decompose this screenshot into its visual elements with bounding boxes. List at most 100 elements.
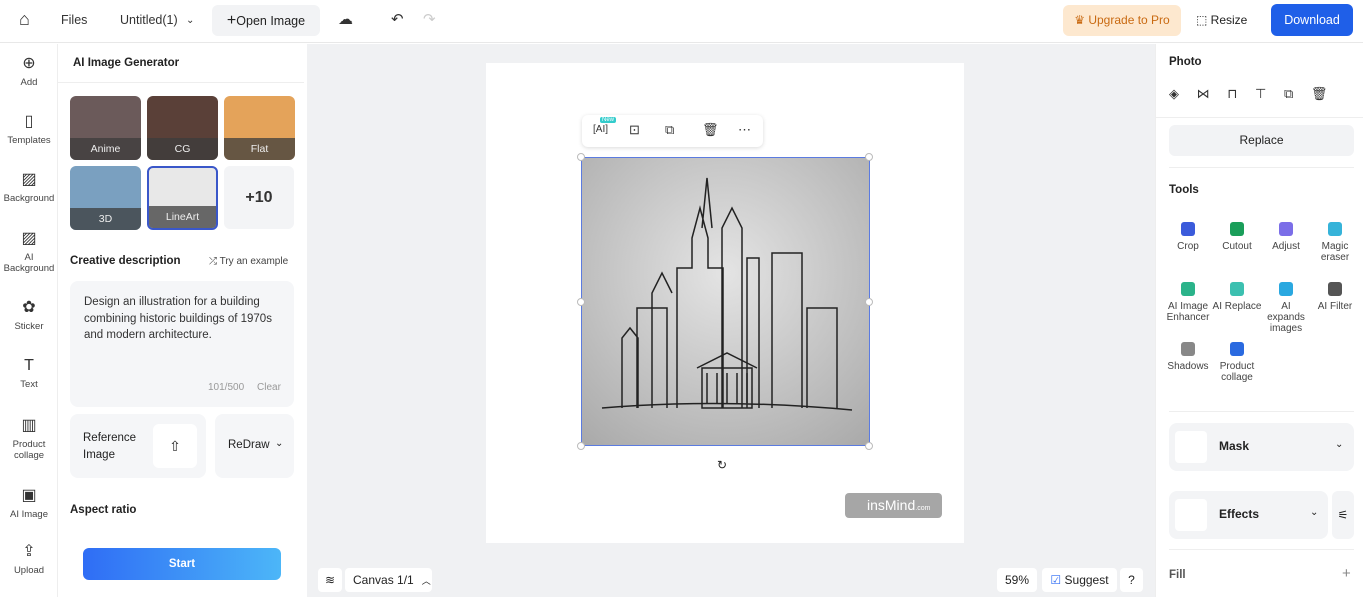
trash-icon[interactable]: 🗑	[702, 122, 719, 138]
lock-icon[interactable]: ⊓	[1227, 86, 1237, 101]
tool-ai-replace[interactable]: AI Replace	[1212, 282, 1262, 312]
photo-heading: Photo	[1169, 56, 1202, 68]
cloud-icon[interactable]: ☁	[338, 10, 353, 28]
text-icon: T	[24, 357, 34, 374]
style-lineart[interactable]: LineArt	[147, 166, 218, 230]
tool-crop[interactable]: Crop	[1163, 222, 1213, 252]
suggest-button[interactable]: ☑ Suggest	[1042, 568, 1117, 592]
paint-roller-icon[interactable]: ⊤	[1255, 86, 1266, 101]
description-input[interactable]: Design an illustration for a building co…	[70, 281, 294, 407]
upgrade-button[interactable]: ♛ Upgrade to Pro	[1063, 5, 1181, 36]
more-icon[interactable]: ⋯	[738, 122, 751, 138]
ai-replace-icon	[1230, 282, 1244, 296]
tools-heading: Tools	[1169, 184, 1199, 196]
crown-icon: ♛	[1074, 13, 1089, 27]
effects-settings-icon[interactable]: ⚟	[1332, 491, 1354, 539]
style-flat[interactable]: Flat	[224, 96, 295, 160]
templates-icon: ▯	[24, 113, 34, 130]
duplicate-icon[interactable]: ⧉	[665, 122, 674, 138]
new-badge: New	[600, 117, 617, 123]
floating-toolbar: [AI] New ⊡ ⧉ 🗑 ⋯	[582, 115, 763, 147]
canvas-pages-button[interactable]: Canvas 1/1 ︿	[345, 568, 432, 592]
download-button[interactable]: Download	[1271, 4, 1353, 36]
layers-icon[interactable]: ≋	[318, 568, 342, 592]
more-styles-button[interactable]: +10	[224, 166, 294, 229]
tool-adjust[interactable]: Adjust	[1261, 222, 1311, 252]
document-title[interactable]: Untitled(1)	[120, 13, 178, 27]
chevron-down-icon[interactable]: ⌄	[186, 15, 194, 26]
rail-item-text[interactable]: T Text	[0, 356, 58, 390]
rail-item-sticker[interactable]: ✿ Sticker	[0, 298, 58, 332]
ai-tool-icon[interactable]: [AI]	[593, 124, 608, 135]
divider	[1169, 167, 1354, 168]
rail-item-templates[interactable]: ▯ Templates	[0, 112, 58, 146]
rail-item-ai-image[interactable]: ▣ AI Image	[0, 486, 58, 520]
resize-handle[interactable]	[865, 153, 873, 161]
effects-preview	[1175, 499, 1207, 531]
ai-expands-images-icon	[1279, 282, 1293, 296]
ai-generator-panel: AI Image Generator Anime CG Flat 3D LineArt …	[58, 44, 307, 597]
redo-icon[interactable]: ↷	[423, 10, 436, 28]
tool-shadows[interactable]: Shadows	[1163, 342, 1213, 372]
ai-image-icon: ▣	[21, 487, 37, 504]
resize-handle[interactable]	[577, 153, 585, 161]
chevron-down-icon: ⌄	[1310, 507, 1319, 518]
style-3d[interactable]: 3D	[70, 166, 141, 230]
shuffle-icon: ⤮	[209, 256, 220, 267]
replace-button[interactable]: Replace	[1169, 125, 1354, 156]
tool-rail: ⊕ Add ▯ Templates ▨ Background ▨ AI Background ✿…	[0, 44, 58, 597]
duplicate-icon[interactable]: ⧉	[1284, 86, 1293, 101]
trash-icon[interactable]: 🗑	[1311, 86, 1328, 101]
resize-handle[interactable]	[577, 442, 585, 450]
crop-select-icon[interactable]: ⊡	[629, 122, 640, 138]
rail-item-add[interactable]: ⊕ Add	[0, 54, 58, 88]
rail-item-product-collage[interactable]: ▥ Product collage	[0, 416, 58, 461]
rotate-icon[interactable]: ↻	[717, 458, 727, 472]
style-anime[interactable]: Anime	[70, 96, 141, 160]
start-button[interactable]: Start	[83, 548, 281, 580]
shadows-icon	[1181, 342, 1195, 356]
open-image-button[interactable]: +Open Image	[212, 5, 320, 36]
layers-icon[interactable]: ◈	[1169, 86, 1179, 101]
home-icon[interactable]: ⌂	[19, 9, 30, 30]
generated-image[interactable]	[581, 157, 870, 446]
plus-icon: +	[226, 12, 237, 29]
undo-icon[interactable]: ↶	[391, 10, 404, 28]
adjust-icon	[1279, 222, 1293, 236]
tool-cutout[interactable]: Cutout	[1212, 222, 1262, 252]
tool-magic-eraser[interactable]: Magic eraser	[1310, 222, 1360, 263]
help-button[interactable]: ?	[1120, 568, 1143, 592]
reference-image-upload[interactable]: Reference Image ⇧	[70, 414, 206, 478]
tool-ai-image-enhancer[interactable]: AI Image Enhancer	[1163, 282, 1213, 323]
resize-handle[interactable]	[865, 298, 873, 306]
chevron-up-icon: ︿	[421, 576, 431, 586]
cutout-icon	[1230, 222, 1244, 236]
resize-handle[interactable]	[577, 298, 585, 306]
rail-item-upload[interactable]: ⇪ Upload	[0, 542, 58, 576]
resize-button[interactable]: ⬚ Resize	[1196, 13, 1247, 27]
flip-icon[interactable]: ⋈	[1197, 86, 1210, 101]
description-label: Creative description	[70, 255, 181, 267]
try-example-button[interactable]: ⤮ Try an example	[209, 256, 288, 267]
files-menu[interactable]: Files	[61, 13, 87, 27]
redraw-dropdown[interactable]: ReDraw ⌄	[215, 414, 294, 478]
zoom-level[interactable]: 59%	[997, 568, 1037, 592]
rail-item-ai-background[interactable]: ▨ AI Background	[0, 229, 58, 274]
clear-button[interactable]: Clear	[257, 380, 281, 397]
add-fill-icon[interactable]: +	[1342, 565, 1351, 582]
effects-section[interactable]: Effects ⌄	[1169, 491, 1328, 539]
rail-item-background[interactable]: ▨ Background	[0, 170, 58, 204]
style-cg[interactable]: CG	[147, 96, 218, 160]
canvas-area: [AI] New ⊡ ⧉ 🗑 ⋯ ↻ insMind.com ≋ Canvas …	[307, 44, 1155, 597]
product-collage-icon	[1230, 342, 1244, 356]
mask-section[interactable]: Mask ⌄	[1169, 423, 1354, 471]
ai-background-icon: ▨	[21, 230, 37, 247]
tool-product-collage[interactable]: Product collage	[1212, 342, 1262, 383]
fill-heading: Fill	[1169, 569, 1186, 581]
mask-preview	[1175, 431, 1207, 463]
tool-ai-filter[interactable]: AI Filter	[1310, 282, 1360, 312]
divider	[1169, 549, 1354, 550]
tool-ai-expands-images[interactable]: AI expands images	[1261, 282, 1311, 334]
magic-eraser-icon	[1328, 222, 1342, 236]
resize-handle[interactable]	[865, 442, 873, 450]
